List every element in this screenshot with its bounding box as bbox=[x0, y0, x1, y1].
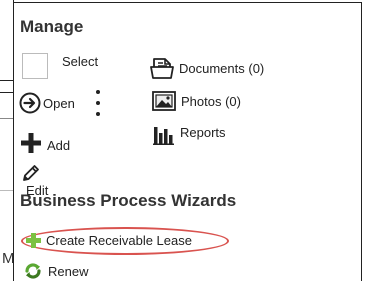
create-receivable-lease-label: Create Receivable Lease bbox=[46, 233, 192, 248]
add-button[interactable]: Add bbox=[21, 132, 70, 153]
select-button[interactable]: Select bbox=[22, 53, 98, 79]
document-icon bbox=[150, 57, 176, 79]
documents-button[interactable]: Documents (0) bbox=[150, 57, 264, 79]
background-divider bbox=[0, 118, 13, 119]
pencil-icon bbox=[22, 164, 40, 182]
reports-button[interactable]: Reports bbox=[153, 125, 226, 145]
green-plus-icon bbox=[26, 233, 41, 248]
background-panel-top bbox=[0, 0, 14, 81]
open-button[interactable]: Open bbox=[19, 92, 75, 114]
renew-label: Renew bbox=[48, 263, 89, 279]
create-receivable-lease-button[interactable]: Create Receivable Lease bbox=[26, 233, 192, 248]
select-checkbox[interactable] bbox=[22, 53, 48, 79]
plus-icon bbox=[21, 132, 41, 153]
kebab-menu-icon[interactable] bbox=[96, 90, 100, 116]
background-panel-mid bbox=[0, 92, 13, 115]
arrow-right-circle-icon bbox=[19, 92, 41, 114]
reports-label: Reports bbox=[180, 124, 226, 140]
renew-button[interactable]: Renew bbox=[24, 262, 88, 280]
background-divider bbox=[0, 190, 13, 191]
photos-label: Photos (0) bbox=[181, 93, 241, 109]
bar-chart-icon bbox=[153, 125, 175, 145]
add-label: Add bbox=[47, 138, 71, 153]
photos-button[interactable]: Photos (0) bbox=[152, 91, 241, 111]
edit-button[interactable] bbox=[22, 164, 40, 182]
documents-label: Documents (0) bbox=[179, 60, 265, 76]
photo-icon bbox=[152, 91, 176, 111]
wizards-section-title: Business Process Wizards bbox=[20, 191, 237, 210]
manage-menu-panel: Manage Select Open Add Edit Documents (0… bbox=[13, 2, 362, 281]
select-label: Select bbox=[62, 53, 99, 69]
manage-section-title: Manage bbox=[20, 17, 84, 36]
open-label: Open bbox=[43, 95, 75, 111]
renew-icon bbox=[24, 262, 42, 280]
